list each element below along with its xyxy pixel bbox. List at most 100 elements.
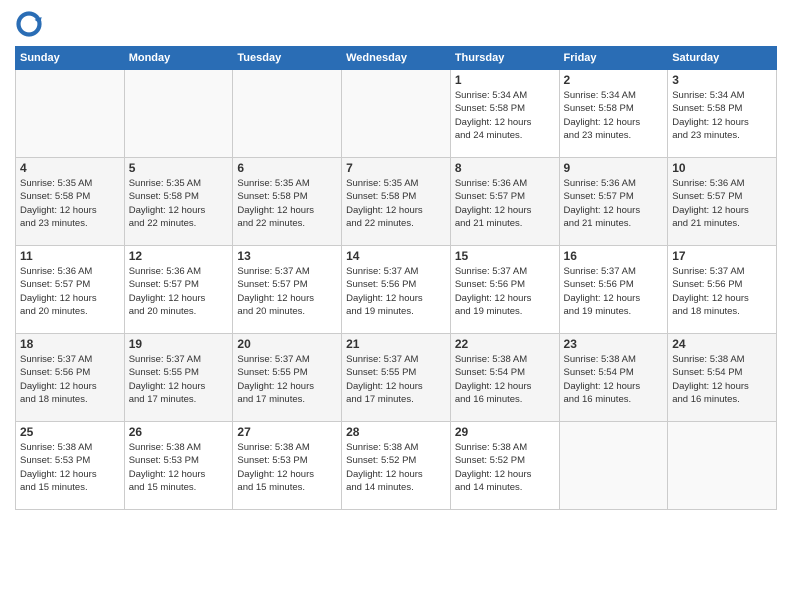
day-info: Sunrise: 5:38 AM Sunset: 5:53 PM Dayligh… [129, 441, 229, 494]
calendar-cell: 6 Sunrise: 5:35 AM Sunset: 5:58 PM Daylig… [233, 158, 342, 246]
col-wednesday: Wednesday [342, 47, 451, 70]
day-info: Sunrise: 5:37 AM Sunset: 5:56 PM Dayligh… [346, 265, 446, 318]
day-info: Sunrise: 5:38 AM Sunset: 5:54 PM Dayligh… [455, 353, 555, 406]
day-info: Sunrise: 5:38 AM Sunset: 5:54 PM Dayligh… [564, 353, 664, 406]
day-number: 3 [672, 73, 772, 87]
day-number: 27 [237, 425, 337, 439]
day-info: Sunrise: 5:37 AM Sunset: 5:55 PM Dayligh… [129, 353, 229, 406]
calendar-cell: 12 Sunrise: 5:36 AM Sunset: 5:57 PM Dayli… [124, 246, 233, 334]
day-number: 24 [672, 337, 772, 351]
calendar-cell: 20Sunrise: 5:37 AM Sunset: 5:55 PM Dayli… [233, 334, 342, 422]
day-number: 1 [455, 73, 555, 87]
calendar-cell: 3 Sunrise: 5:34 AM Sunset: 5:58 PM Daylig… [668, 70, 777, 158]
calendar-cell: 24 Sunrise: 5:38 AM Sunset: 5:54 PM Dayli… [668, 334, 777, 422]
calendar-cell [124, 70, 233, 158]
page-header [15, 10, 777, 38]
day-info: Sunrise: 5:38 AM Sunset: 5:52 PM Dayligh… [346, 441, 446, 494]
logo-icon [15, 10, 43, 38]
day-number: 29 [455, 425, 555, 439]
day-info: Sunrise: 5:38 AM Sunset: 5:53 PM Dayligh… [237, 441, 337, 494]
calendar-cell: 28 Sunrise: 5:38 AM Sunset: 5:52 PM Dayli… [342, 422, 451, 510]
day-info: Sunrise: 5:38 AM Sunset: 5:52 PM Dayligh… [455, 441, 555, 494]
day-number: 8 [455, 161, 555, 175]
day-number: 2 [564, 73, 664, 87]
col-saturday: Saturday [668, 47, 777, 70]
day-info: Sunrise: 5:38 AM Sunset: 5:54 PM Dayligh… [672, 353, 772, 406]
calendar-cell: 13 Sunrise: 5:37 AM Sunset: 5:57 PM Dayli… [233, 246, 342, 334]
calendar-cell [16, 70, 125, 158]
calendar-cell: 27 Sunrise: 5:38 AM Sunset: 5:53 PM Dayli… [233, 422, 342, 510]
calendar-cell: 23 Sunrise: 5:38 AM Sunset: 5:54 PM Dayli… [559, 334, 668, 422]
calendar-cell: 2 Sunrise: 5:34 AM Sunset: 5:58 PM Daylig… [559, 70, 668, 158]
calendar-cell: 8 Sunrise: 5:36 AM Sunset: 5:57 PM Daylig… [450, 158, 559, 246]
day-info: Sunrise: 5:34 AM Sunset: 5:58 PM Dayligh… [672, 89, 772, 142]
day-number: 26 [129, 425, 229, 439]
calendar-week-4: 25 Sunrise: 5:38 AM Sunset: 5:53 PM Dayli… [16, 422, 777, 510]
col-sunday: Sunday [16, 47, 125, 70]
calendar-week-3: 18 Sunrise: 5:37 AM Sunset: 5:56 PM Dayli… [16, 334, 777, 422]
day-info: Sunrise: 5:37 AM Sunset: 5:56 PM Dayligh… [455, 265, 555, 318]
day-info: Sunrise: 5:35 AM Sunset: 5:58 PM Dayligh… [346, 177, 446, 230]
calendar-cell: 29 Sunrise: 5:38 AM Sunset: 5:52 PM Dayli… [450, 422, 559, 510]
day-info: Sunrise: 5:37 AM Sunset: 5:55 PM Dayligh… [237, 353, 337, 406]
day-number: 19 [129, 337, 229, 351]
day-number: 17 [672, 249, 772, 263]
day-number: 16 [564, 249, 664, 263]
calendar-table: Sunday Monday Tuesday Wednesday Thursday… [15, 46, 777, 510]
calendar-cell: 5 Sunrise: 5:35 AM Sunset: 5:58 PM Daylig… [124, 158, 233, 246]
calendar-cell: 10Sunrise: 5:36 AM Sunset: 5:57 PM Dayli… [668, 158, 777, 246]
logo [15, 10, 47, 38]
day-number: 9 [564, 161, 664, 175]
calendar-cell [342, 70, 451, 158]
calendar-cell [233, 70, 342, 158]
calendar-week-1: 4 Sunrise: 5:35 AM Sunset: 5:58 PM Daylig… [16, 158, 777, 246]
calendar-cell: 22 Sunrise: 5:38 AM Sunset: 5:54 PM Dayli… [450, 334, 559, 422]
day-info: Sunrise: 5:35 AM Sunset: 5:58 PM Dayligh… [129, 177, 229, 230]
day-number: 18 [20, 337, 120, 351]
day-info: Sunrise: 5:34 AM Sunset: 5:58 PM Dayligh… [564, 89, 664, 142]
day-info: Sunrise: 5:37 AM Sunset: 5:56 PM Dayligh… [564, 265, 664, 318]
day-number: 10 [672, 161, 772, 175]
day-number: 7 [346, 161, 446, 175]
calendar-cell: 4Sunrise: 5:35 AM Sunset: 5:58 PM Daylig… [16, 158, 125, 246]
calendar-cell [559, 422, 668, 510]
calendar-cell [668, 422, 777, 510]
day-number: 12 [129, 249, 229, 263]
calendar-cell: 1Sunrise: 5:34 AM Sunset: 5:58 PM Daylig… [450, 70, 559, 158]
day-info: Sunrise: 5:36 AM Sunset: 5:57 PM Dayligh… [564, 177, 664, 230]
day-info: Sunrise: 5:37 AM Sunset: 5:56 PM Dayligh… [672, 265, 772, 318]
calendar-cell: 26 Sunrise: 5:38 AM Sunset: 5:53 PM Dayli… [124, 422, 233, 510]
day-info: Sunrise: 5:36 AM Sunset: 5:57 PM Dayligh… [455, 177, 555, 230]
day-number: 15 [455, 249, 555, 263]
calendar-cell: 14Sunrise: 5:37 AM Sunset: 5:56 PM Dayli… [342, 246, 451, 334]
day-number: 23 [564, 337, 664, 351]
day-info: Sunrise: 5:37 AM Sunset: 5:56 PM Dayligh… [20, 353, 120, 406]
day-number: 22 [455, 337, 555, 351]
day-info: Sunrise: 5:36 AM Sunset: 5:57 PM Dayligh… [20, 265, 120, 318]
col-tuesday: Tuesday [233, 47, 342, 70]
calendar-cell: 18 Sunrise: 5:37 AM Sunset: 5:56 PM Dayli… [16, 334, 125, 422]
day-number: 6 [237, 161, 337, 175]
day-info: Sunrise: 5:38 AM Sunset: 5:53 PM Dayligh… [20, 441, 120, 494]
calendar-cell: 11 Sunrise: 5:36 AM Sunset: 5:57 PM Dayli… [16, 246, 125, 334]
day-info: Sunrise: 5:35 AM Sunset: 5:58 PM Dayligh… [237, 177, 337, 230]
calendar-cell: 21Sunrise: 5:37 AM Sunset: 5:55 PM Dayli… [342, 334, 451, 422]
day-number: 5 [129, 161, 229, 175]
day-info: Sunrise: 5:37 AM Sunset: 5:55 PM Dayligh… [346, 353, 446, 406]
calendar-week-0: 1 Sunrise: 5:34 AM Sunset: 5:58 PM Daylig… [16, 70, 777, 158]
day-number: 11 [20, 249, 120, 263]
calendar-cell: 19 Sunrise: 5:37 AM Sunset: 5:55 PM Dayli… [124, 334, 233, 422]
day-number: 25 [20, 425, 120, 439]
day-info: Sunrise: 5:36 AM Sunset: 5:57 PM Dayligh… [129, 265, 229, 318]
day-number: 28 [346, 425, 446, 439]
calendar-cell: 25 Sunrise: 5:38 AM Sunset: 5:53 PM Dayli… [16, 422, 125, 510]
calendar-cell: 7 Sunrise: 5:35 AM Sunset: 5:58 PM Daylig… [342, 158, 451, 246]
calendar-cell: 15 Sunrise: 5:37 AM Sunset: 5:56 PM Dayli… [450, 246, 559, 334]
day-number: 13 [237, 249, 337, 263]
calendar-week-2: 11 Sunrise: 5:36 AM Sunset: 5:57 PM Dayli… [16, 246, 777, 334]
day-info: Sunrise: 5:37 AM Sunset: 5:57 PM Dayligh… [237, 265, 337, 318]
calendar-cell: 9 Sunrise: 5:36 AM Sunset: 5:57 PM Daylig… [559, 158, 668, 246]
day-number: 4 [20, 161, 120, 175]
col-friday: Friday [559, 47, 668, 70]
calendar-cell: 16 Sunrise: 5:37 AM Sunset: 5:56 PM Dayli… [559, 246, 668, 334]
